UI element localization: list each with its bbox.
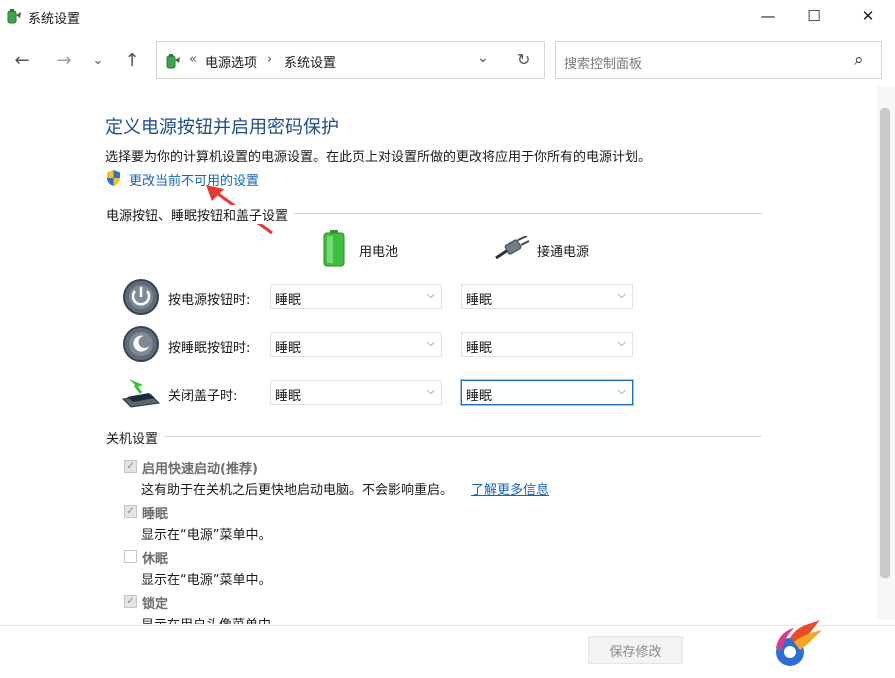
breadcrumb-overflow[interactable]: «: [189, 52, 197, 67]
column-header-battery: 用电池: [359, 245, 399, 260]
lock-description: 显示在用户头像菜单中。: [141, 614, 284, 624]
fast-startup-label: 启用快速启动(推荐): [142, 462, 258, 477]
chevron-down-icon: ⌄: [92, 52, 104, 68]
up-arrow-icon: ↑: [124, 49, 140, 71]
sleep-description: 显示在“电源”菜单中。: [141, 528, 272, 543]
power-plug-icon: [495, 236, 530, 260]
power-button-plugged-select[interactable]: 睡眠 ⌵: [461, 284, 633, 309]
watermark-logo-icon: [776, 620, 822, 666]
power-button-icon: [123, 279, 159, 315]
up-button[interactable]: ↑: [119, 46, 145, 74]
maximize-button[interactable]: ☐: [791, 0, 837, 32]
minimize-button[interactable]: —: [745, 0, 791, 32]
power-options-icon: [7, 9, 21, 24]
column-header-plugged-in: 接通电源: [537, 245, 590, 260]
breadcrumb-item-power-options[interactable]: 电源选项: [205, 52, 257, 71]
recent-locations-button[interactable]: ⌄: [85, 46, 111, 74]
chevron-down-icon: ⌵: [426, 384, 435, 397]
sleep-label: 睡眠: [142, 507, 169, 522]
minimize-icon: —: [760, 7, 776, 25]
uac-shield-icon: [107, 170, 120, 186]
sleep-checkbox[interactable]: ✓: [124, 505, 137, 518]
page-description: 选择要为你的计算机设置的电源设置。在此页上对设置所做的更改将应用于你所有的电源计…: [105, 150, 652, 165]
power-options-icon: [166, 54, 180, 69]
row-label-sleep-button: 按睡眠按钮时:: [168, 341, 251, 356]
breadcrumb-separator: ›: [267, 52, 273, 67]
forward-arrow-icon: →: [56, 49, 72, 71]
chevron-down-icon: ⌵: [426, 336, 435, 349]
checkmark-icon: ✓: [126, 596, 135, 607]
checkmark-icon: ✓: [126, 506, 135, 517]
section-title-buttons: 电源按钮、睡眠按钮和盖子设置: [106, 205, 295, 224]
chevron-down-icon: ⌵: [617, 384, 626, 397]
breadcrumb-item-system-settings[interactable]: 系统设置: [284, 52, 336, 71]
close-button[interactable]: ✕: [845, 0, 891, 32]
learn-more-link[interactable]: 了解更多信息: [471, 479, 549, 498]
window-title: 系统设置: [28, 12, 81, 27]
row-label-power-button: 按电源按钮时:: [168, 293, 251, 308]
chevron-down-icon: ⌵: [617, 336, 626, 349]
close-lid-plugged-select[interactable]: 睡眠 ⌵: [460, 379, 634, 406]
refresh-icon[interactable]: ↻: [517, 50, 530, 69]
laptop-lid-icon: [121, 379, 161, 408]
forward-button[interactable]: →: [51, 46, 77, 74]
footer-bar: [0, 625, 895, 678]
row-label-close-lid: 关闭盖子时:: [168, 389, 238, 404]
page-heading: 定义电源按钮并启用密码保护: [105, 117, 339, 138]
section-title-shutdown: 关机设置: [106, 428, 165, 447]
search-icon[interactable]: ⌕: [854, 50, 864, 70]
fast-startup-checkbox[interactable]: ✓: [124, 460, 137, 473]
lock-label: 锁定: [142, 597, 169, 612]
search-box[interactable]: 搜索控制面板 ⌕: [555, 41, 882, 79]
sleep-button-plugged-select[interactable]: 睡眠 ⌵: [461, 332, 633, 357]
back-arrow-icon: ←: [14, 49, 30, 71]
sleep-button-icon: [123, 326, 159, 362]
hibernate-description: 显示在“电源”菜单中。: [141, 573, 272, 588]
title-bar: 系统设置 — ☐ ✕: [0, 0, 895, 32]
fast-startup-description: 这有助于在关机之后更快地启动电脑。不会影响重启。: [141, 483, 454, 498]
close-lid-battery-select[interactable]: 睡眠 ⌵: [270, 380, 442, 405]
back-button[interactable]: ←: [9, 46, 35, 74]
battery-icon: [323, 230, 345, 267]
sleep-button-battery-select[interactable]: 睡眠 ⌵: [270, 332, 442, 357]
search-input[interactable]: 搜索控制面板: [564, 53, 642, 72]
close-icon: ✕: [861, 7, 875, 25]
scrollbar-thumb[interactable]: [880, 108, 890, 578]
chevron-down-icon: ⌵: [426, 288, 435, 301]
lock-checkbox[interactable]: ✓: [124, 595, 137, 608]
section-divider: [106, 436, 762, 437]
hibernate-checkbox[interactable]: [124, 550, 137, 563]
save-changes-button[interactable]: 保存修改: [588, 636, 683, 664]
hibernate-label: 休眠: [142, 552, 169, 567]
maximize-icon: ☐: [807, 7, 821, 25]
checkmark-icon: ✓: [126, 461, 135, 472]
address-bar[interactable]: « 电源选项 › 系统设置 ⌄ ↻: [156, 41, 545, 79]
power-button-battery-select[interactable]: 睡眠 ⌵: [270, 284, 442, 309]
chevron-down-icon: ⌵: [617, 288, 626, 301]
address-dropdown-icon[interactable]: ⌄: [477, 50, 489, 66]
